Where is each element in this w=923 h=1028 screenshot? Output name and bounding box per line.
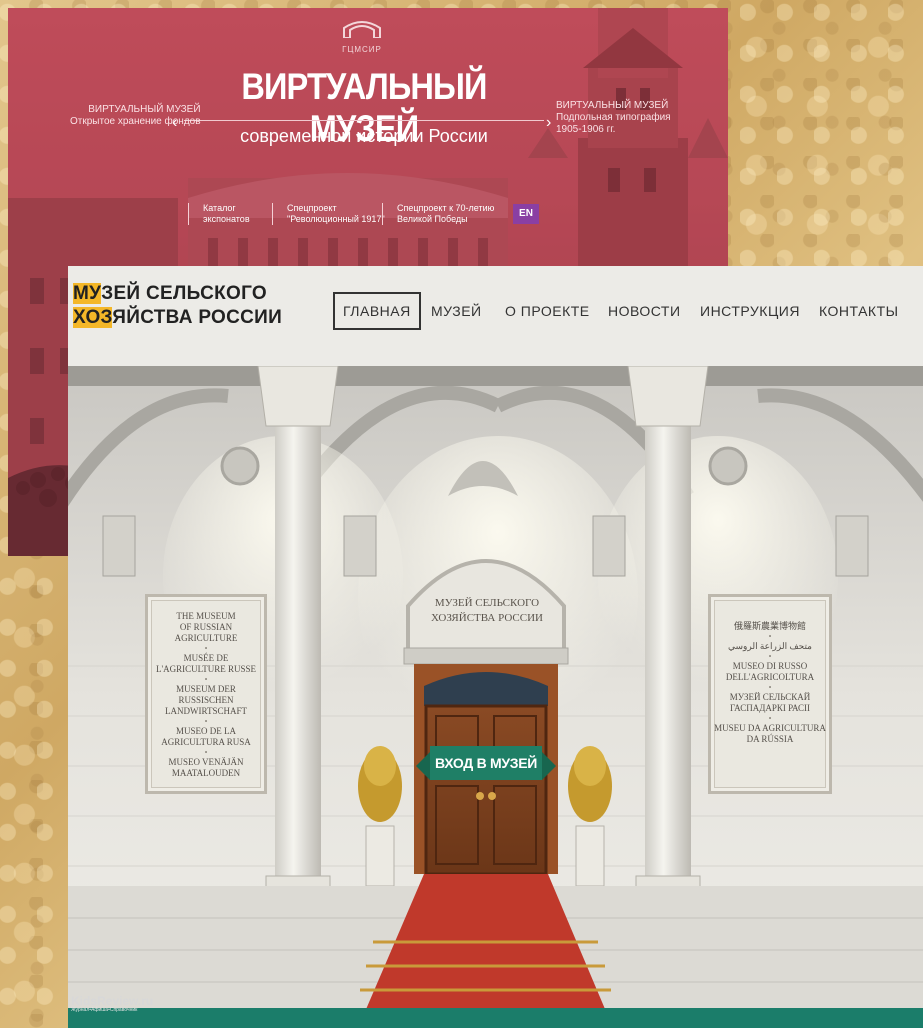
nav-museum[interactable]: МУЗЕЙ	[431, 292, 482, 330]
separator-dot: •	[204, 675, 208, 684]
right-multilingual-plaque: 俄羅斯農業博物館 • متحف الزراعة الروسي • MUSEO D…	[708, 594, 832, 794]
page-subtitle: современной истории России	[240, 126, 488, 146]
plaque-line: DA RÚSSIA	[746, 734, 794, 744]
left-link-sub: Открытое хранение фондов	[70, 116, 201, 127]
arch-logo-icon	[343, 21, 381, 39]
plaque-line: LANDWIRTSCHAFT	[165, 706, 247, 716]
logo-highlight: МУ	[73, 283, 102, 304]
nav-about[interactable]: О ПРОЕКТЕ	[505, 292, 590, 330]
separator-dot: •	[768, 632, 772, 641]
separator-dot: •	[204, 644, 208, 653]
menu-label: Спецпроект к 70-летию	[397, 203, 495, 213]
menu-item-victory-70[interactable]: Спецпроект к 70-летию Великой Победы	[382, 203, 494, 225]
separator-dot: •	[204, 717, 208, 726]
plaque-line: THE MUSEUM	[176, 611, 236, 621]
kidsreview-watermark: KidsReview.ru Журнал•Афиша•Справочник	[71, 994, 153, 1013]
menu-label: Каталог	[203, 203, 236, 213]
watermark-name: KidsReview.ru	[71, 994, 154, 1008]
left-museum-link[interactable]: ВИРТУАЛЬНЫЙ МУЗЕЙ Открытое хранение фонд…	[70, 104, 201, 128]
site-header: МУЗЕЙ СЕЛЬСКОГО ХОЗЯЙСТВА РОССИИ ГЛАВНАЯ…	[68, 266, 923, 366]
plaque-line: 俄羅斯農業博物館	[733, 621, 806, 631]
left-multilingual-plaque: THE MUSEUM OF RUSSIAN AGRICULTURE • MUSÉ…	[145, 594, 267, 794]
left-link-title: ВИРТУАЛЬНЫЙ МУЗЕЙ	[88, 104, 201, 115]
logo-highlight: ХОЗ	[73, 307, 113, 328]
menu-sublabel: "Революционный 1917"	[287, 214, 385, 224]
plaque-line: OF RUSSIAN AGRICULTURE	[174, 622, 238, 643]
arch-sign-line: ХОЗЯЙСТВА РОССИИ	[431, 612, 543, 624]
menu-sublabel: Великой Победы	[397, 214, 468, 224]
nav-home[interactable]: ГЛАВНАЯ	[333, 292, 421, 330]
menu-label: Спецпроект	[287, 203, 337, 213]
logo-text: ГЦМСИР	[342, 45, 382, 54]
plaque-line: MUSEO DE LA	[176, 726, 236, 736]
plaque-line: MUSÉE DE	[183, 653, 229, 663]
logo-text: ЗЕЙ СЕЛЬСКОГО	[101, 283, 267, 304]
site-logo[interactable]: МУЗЕЙ СЕЛЬСКОГО ХОЗЯЙСТВА РОССИИ	[73, 282, 282, 330]
right-link-title: ВИРТУАЛЬНЫЙ МУЗЕЙ	[556, 100, 669, 111]
right-link-sub: Подпольная типография	[556, 112, 671, 123]
separator-dot: •	[768, 683, 772, 692]
separator-dot: •	[204, 748, 208, 757]
right-museum-link[interactable]: ВИРТУАЛЬНЫЙ МУЗЕЙ Подпольная типография …	[556, 100, 671, 136]
arch-sign-line: МУЗЕЙ СЕЛЬСКОГО	[434, 597, 540, 609]
plaque-line: МУЗЕЙ СЕЛЬСКАЙ	[729, 692, 811, 702]
plaque-line: MAATALOUDEN	[171, 768, 241, 778]
chevron-right-icon[interactable]: ›	[546, 114, 551, 132]
menu-sublabel: экспонатов	[203, 214, 250, 224]
menu-item-revolution-1917[interactable]: Спецпроект "Революционный 1917"	[272, 203, 385, 225]
menu-item-catalog[interactable]: Каталог экспонатов	[188, 203, 250, 225]
plaque-line: ГАСПАДАРКІ РАСІІ	[729, 703, 811, 713]
plaque-line: MUSEO VENÄJÄN	[168, 757, 244, 767]
agri-museum-screenshot: МУЗЕЙ СЕЛЬСКОГО ХОЗЯЙСТВА РОССИИ ГЛАВНАЯ…	[68, 266, 923, 1028]
chevron-left-icon[interactable]: ‹	[172, 114, 177, 132]
nav-contacts[interactable]: КОНТАКТЫ	[819, 292, 899, 330]
right-link-years: 1905-1906 гг.	[556, 124, 616, 135]
enter-museum-button[interactable]: ВХОД В МУЗЕЙ	[416, 746, 556, 780]
plaque-line: MUSEO DI RUSSO	[732, 661, 808, 671]
nav-instructions[interactable]: ИНСТРУКЦИЯ	[700, 292, 800, 330]
nav-news[interactable]: НОВОСТИ	[608, 292, 681, 330]
title-divider	[184, 120, 544, 121]
separator-dot: •	[768, 652, 772, 661]
language-en-button[interactable]: EN	[513, 204, 539, 224]
entrance-arch-sign: МУЗЕЙ СЕЛЬСКОГО ХОЗЯЙСТВА РОССИИ	[425, 596, 549, 626]
gcmsir-logo[interactable]: ГЦМСИР	[340, 20, 384, 54]
plaque-line: MUSEUM DER RUSSISCHEN	[176, 684, 236, 705]
site-footer-bar	[68, 1008, 923, 1028]
plaque-line: DELL'AGRICOLTURA	[725, 672, 815, 682]
logo-text: ЯЙСТВА РОССИИ	[112, 307, 283, 328]
plaque-line: MUSEU DA AGRICULTURA	[714, 723, 826, 733]
separator-dot: •	[768, 714, 772, 723]
plaque-line: AGRICULTURA RUSA	[161, 737, 251, 747]
plaque-line: L'AGRICULTURE RUSSE	[155, 664, 257, 674]
plaque-line: متحف الزراعة الروسي	[727, 641, 812, 651]
